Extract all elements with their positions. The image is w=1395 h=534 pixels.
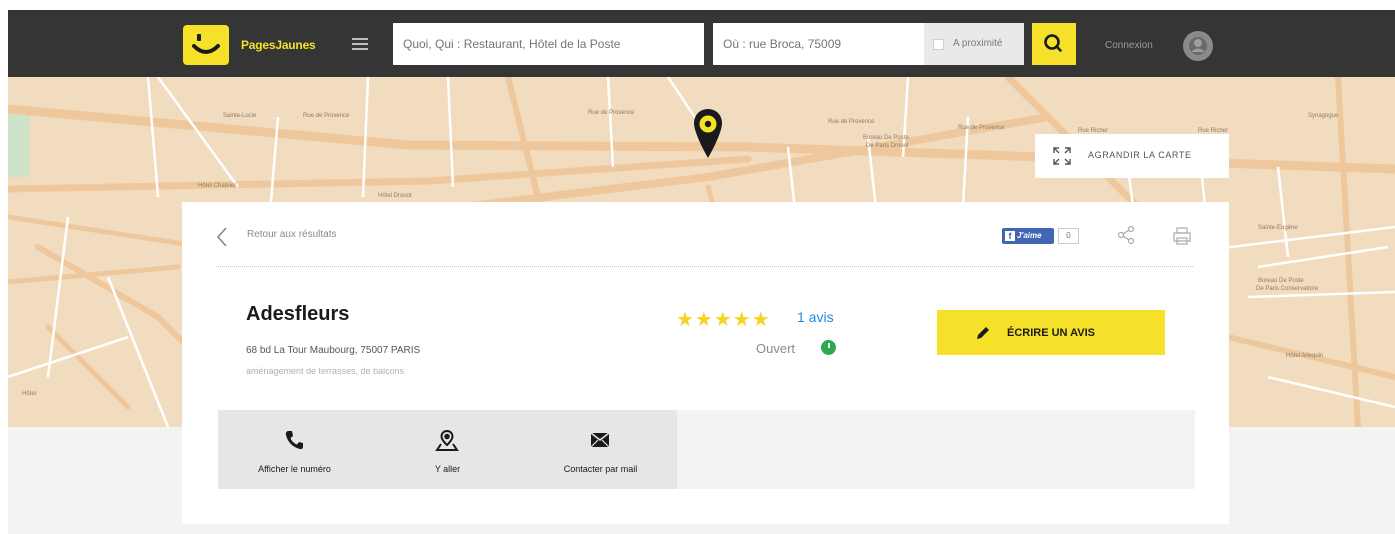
location-pin-icon[interactable] — [693, 108, 723, 165]
proximity-checkbox[interactable] — [933, 39, 944, 50]
expand-icon — [1053, 147, 1071, 165]
back-to-results-link[interactable]: Retour aux résultats — [247, 229, 337, 240]
business-address: 68 bd La Tour Maubourg, 75007 PARIS — [246, 345, 421, 356]
facebook-like-count: 0 — [1058, 228, 1079, 244]
search-button[interactable] — [1032, 23, 1076, 65]
svg-text:Rue de Provence: Rue de Provence — [588, 110, 635, 116]
svg-text:Hôtel Chatelet: Hôtel Chatelet — [198, 183, 236, 189]
enlarge-map-label: AGRANDIR LA CARTE — [1088, 150, 1192, 160]
chevron-left-icon[interactable] — [215, 226, 229, 253]
svg-text:Rue de Provence: Rue de Provence — [958, 125, 1005, 131]
svg-text:Hôtel: Hôtel — [22, 391, 36, 397]
svg-text:Sainte-Lucie: Sainte-Lucie — [223, 113, 257, 119]
enlarge-map-button[interactable]: AGRANDIR LA CARTE — [1035, 134, 1229, 178]
search-where-input[interactable] — [713, 23, 924, 65]
rating-stars: ★★★★★ — [676, 309, 771, 331]
show-phone-button[interactable]: Afficher le numéro — [218, 410, 371, 489]
proximity-toggle[interactable]: A proximité — [924, 23, 1024, 65]
phone-icon — [285, 431, 303, 450]
svg-text:Sainte-Eugène: Sainte-Eugène — [1258, 225, 1298, 231]
smile-logo-icon — [192, 34, 220, 54]
print-icon[interactable] — [1172, 226, 1192, 251]
hamburger-menu-icon[interactable] — [352, 38, 368, 51]
share-icon[interactable] — [1116, 225, 1136, 250]
contact-mail-button[interactable]: Contacter par mail — [524, 410, 677, 489]
facebook-like-button[interactable]: f J'aime — [1002, 228, 1054, 244]
open-status: Ouvert — [756, 341, 796, 356]
user-avatar-icon[interactable] — [1183, 31, 1213, 61]
connexion-link[interactable]: Connexion — [1105, 40, 1153, 51]
business-activity: aménagement de terrasses, de balcons — [246, 366, 405, 376]
brand-logo[interactable] — [183, 25, 229, 65]
facebook-like-label: J'aime — [1017, 231, 1042, 240]
brand-name[interactable]: PagesJaunes — [241, 38, 316, 52]
svg-text:Synagogue: Synagogue — [1308, 113, 1339, 119]
svg-text:De Paris Conservatoire: De Paris Conservatoire — [1256, 286, 1319, 292]
directions-icon — [435, 429, 459, 451]
facebook-icon: f — [1005, 231, 1015, 241]
svg-text:De Paris Drouot: De Paris Drouot — [866, 143, 909, 149]
write-review-button[interactable]: ÉCRIRE UN AVIS — [937, 310, 1165, 355]
search-what-input[interactable] — [393, 23, 704, 65]
card-divider — [216, 266, 1193, 267]
search-icon — [1044, 34, 1062, 52]
directions-button[interactable]: Y aller — [371, 410, 524, 489]
contact-mail-label: Contacter par mail — [563, 464, 638, 474]
clock-icon — [821, 340, 836, 355]
svg-text:Bureau De Poste: Bureau De Poste — [863, 135, 909, 141]
svg-text:Hôtel Arlequin: Hôtel Arlequin — [1286, 353, 1323, 359]
write-review-label: ÉCRIRE UN AVIS — [1007, 327, 1096, 339]
directions-label: Y aller — [434, 464, 461, 474]
svg-text:Bureau De Poste: Bureau De Poste — [1258, 278, 1304, 284]
show-phone-label: Afficher le numéro — [258, 464, 331, 474]
svg-text:Rue de Provence: Rue de Provence — [828, 119, 875, 125]
proximity-label: A proximité — [953, 38, 1003, 49]
business-name: Adesfleurs — [246, 303, 350, 325]
pencil-icon — [977, 327, 989, 339]
reviews-count-link[interactable]: 1 avis — [797, 309, 834, 325]
mail-icon — [590, 432, 610, 448]
svg-text:Rue de Provence: Rue de Provence — [303, 113, 350, 119]
svg-text:Hôtel Drouot: Hôtel Drouot — [378, 193, 412, 199]
